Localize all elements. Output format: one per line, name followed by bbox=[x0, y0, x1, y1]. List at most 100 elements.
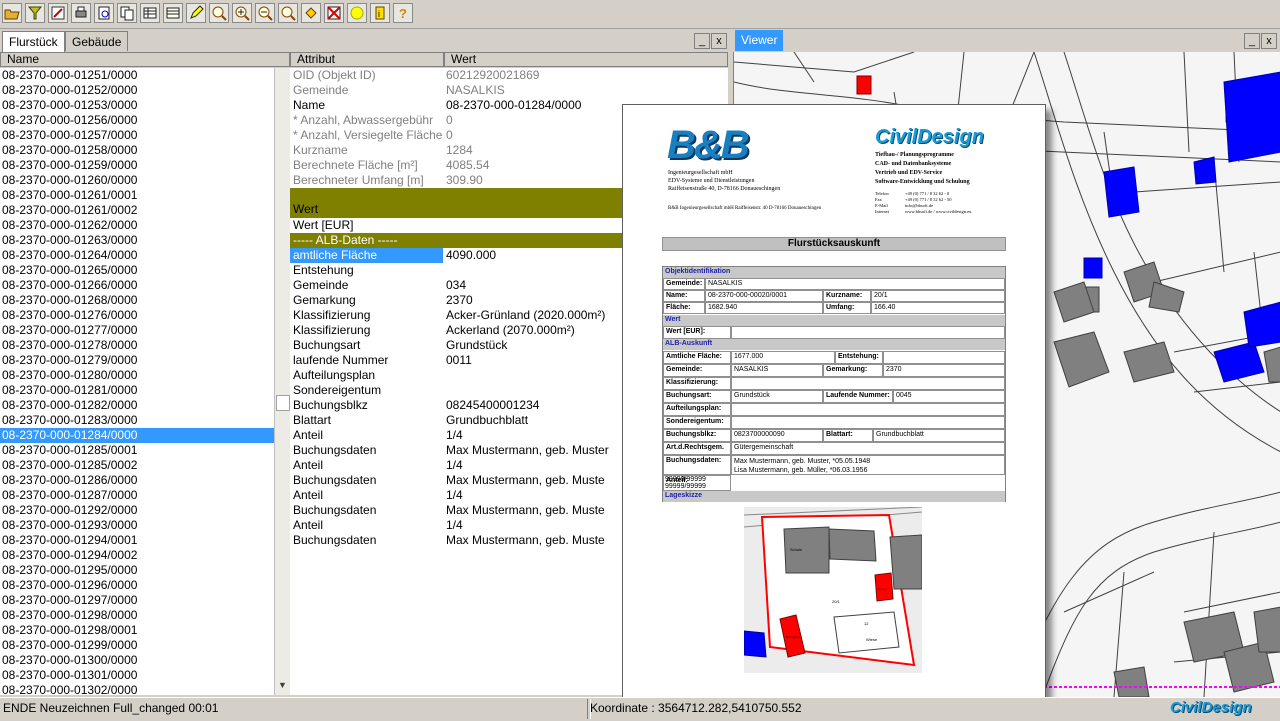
parcel-list-item[interactable]: 08-2370-000-01283/0000 bbox=[0, 413, 274, 428]
info-button[interactable]: i bbox=[370, 3, 390, 23]
attribute-value[interactable]: 4085.54 bbox=[446, 158, 489, 173]
column-header-attribute[interactable]: Attribut bbox=[290, 52, 444, 67]
attribute-value[interactable]: Grundbuchblatt bbox=[446, 413, 528, 428]
parcel-list-item[interactable]: 08-2370-000-01293/0000 bbox=[0, 518, 274, 533]
attribute-value[interactable]: 1/4 bbox=[446, 428, 463, 443]
parcel-list-item[interactable]: 08-2370-000-01295/0000 bbox=[0, 563, 274, 578]
parcel-list-item[interactable]: 08-2370-000-01284/0000 bbox=[0, 428, 274, 443]
help-button[interactable]: ? bbox=[393, 3, 413, 23]
zoom-out-button[interactable] bbox=[255, 3, 275, 23]
attribute-value[interactable]: Max Mustermann, geb. Muste bbox=[446, 473, 605, 488]
parcel-list-item[interactable]: 08-2370-000-01287/0000 bbox=[0, 488, 274, 503]
parcel-list-item[interactable]: 08-2370-000-01298/0000 bbox=[0, 608, 274, 623]
parcel-list-item[interactable]: 08-2370-000-01281/0000 bbox=[0, 383, 274, 398]
attribute-value[interactable]: 1/4 bbox=[446, 488, 463, 503]
parcel-list-item[interactable]: 08-2370-000-01296/0000 bbox=[0, 578, 274, 593]
zoom-in-button[interactable] bbox=[232, 3, 252, 23]
attribute-value[interactable]: 4090.000 bbox=[446, 248, 496, 263]
parcel-list-item[interactable]: 08-2370-000-01251/0000 bbox=[0, 68, 274, 83]
zoom-previous-button[interactable] bbox=[278, 3, 298, 23]
attribute-value[interactable]: 08245400001234 bbox=[446, 398, 539, 413]
parcel-list-item[interactable]: 08-2370-000-01297/0000 bbox=[0, 593, 274, 608]
parcel-list-item[interactable]: 08-2370-000-01279/0000 bbox=[0, 353, 274, 368]
column-header-value[interactable]: Wert bbox=[444, 52, 728, 67]
parcel-list-item[interactable]: 08-2370-000-01266/0000 bbox=[0, 278, 274, 293]
attribute-value[interactable]: 08-2370-000-01284/0000 bbox=[446, 98, 581, 113]
attribute-value[interactable]: 309.90 bbox=[446, 173, 483, 188]
viewer-close-button[interactable]: x bbox=[1261, 33, 1277, 49]
parcel-list-item[interactable]: 08-2370-000-01278/0000 bbox=[0, 338, 274, 353]
parcel-list-scrollbar[interactable]: ▼ bbox=[274, 68, 290, 695]
parcel-list-item[interactable]: 08-2370-000-01286/0000 bbox=[0, 473, 274, 488]
printer-button[interactable] bbox=[71, 3, 91, 23]
parcel-list-item[interactable]: 08-2370-000-01299/0000 bbox=[0, 638, 274, 653]
parcel-list-item[interactable]: 08-2370-000-01285/0001 bbox=[0, 443, 274, 458]
parcel-list-item[interactable]: 08-2370-000-01265/0000 bbox=[0, 263, 274, 278]
parcel-list-item[interactable]: 08-2370-000-01285/0002 bbox=[0, 458, 274, 473]
attribute-value[interactable]: 60212920021869 bbox=[446, 68, 539, 83]
tab-flurstueck[interactable]: Flurstück bbox=[2, 31, 65, 52]
parcel-list-item[interactable]: 08-2370-000-01298/0001 bbox=[0, 623, 274, 638]
parcel-list-item[interactable]: 08-2370-000-01294/0002 bbox=[0, 548, 274, 563]
parcel-list-item[interactable]: 08-2370-000-01294/0001 bbox=[0, 533, 274, 548]
attribute-value[interactable]: 034 bbox=[446, 278, 466, 293]
parcel-list-item[interactable]: 08-2370-000-01257/0000 bbox=[0, 128, 274, 143]
attribute-value[interactable]: Max Mustermann, geb. Muste bbox=[446, 503, 605, 518]
open-folder-button[interactable] bbox=[2, 3, 22, 23]
parcel-list-item[interactable]: 08-2370-000-01261/0001 bbox=[0, 188, 274, 203]
parcel-list-item[interactable]: 08-2370-000-01300/0000 bbox=[0, 653, 274, 668]
parcel-list-item[interactable]: 08-2370-000-01282/0000 bbox=[0, 398, 274, 413]
highlight-button[interactable] bbox=[347, 3, 367, 23]
attribute-value[interactable]: Grundstück bbox=[446, 338, 507, 353]
attribute-row[interactable]: OID (Objekt ID) 60212920021869 bbox=[290, 68, 728, 83]
parcel-list-item[interactable]: 08-2370-000-01302/0000 bbox=[0, 683, 274, 695]
attribute-value[interactable]: 1284 bbox=[446, 143, 473, 158]
parcel-list-item[interactable]: 08-2370-000-01301/0000 bbox=[0, 668, 274, 683]
scrollbar-thumb[interactable] bbox=[276, 395, 290, 411]
attribute-row[interactable]: Gemeinde NASALKIS bbox=[290, 83, 728, 98]
left-panel-minimize-button[interactable]: _ bbox=[694, 33, 710, 49]
viewer-minimize-button[interactable]: _ bbox=[1244, 33, 1260, 49]
parcel-list-item[interactable]: 08-2370-000-01252/0000 bbox=[0, 83, 274, 98]
copy-button[interactable] bbox=[117, 3, 137, 23]
delete-selection-button[interactable] bbox=[324, 3, 344, 23]
left-panel-close-button[interactable]: x bbox=[711, 33, 727, 49]
attribute-value[interactable]: NASALKIS bbox=[446, 83, 505, 98]
map-edit-button[interactable] bbox=[48, 3, 68, 23]
attribute-value[interactable]: 0 bbox=[446, 128, 453, 143]
parcel-list-item[interactable]: 08-2370-000-01253/0000 bbox=[0, 98, 274, 113]
parcel-list-item[interactable]: 08-2370-000-01264/0000 bbox=[0, 248, 274, 263]
attribute-value[interactable]: 1/4 bbox=[446, 458, 463, 473]
parcel-list-item[interactable]: 08-2370-000-01261/0002 bbox=[0, 203, 274, 218]
attribute-value[interactable]: 1/4 bbox=[446, 518, 463, 533]
zoom-window-button[interactable] bbox=[209, 3, 229, 23]
parcel-list-item[interactable]: 08-2370-000-01268/0000 bbox=[0, 293, 274, 308]
attribute-value[interactable]: Ackerland (2070.000m²) bbox=[446, 323, 575, 338]
parcel-list-item[interactable]: 08-2370-000-01260/0000 bbox=[0, 173, 274, 188]
parcel-list-item[interactable]: 08-2370-000-01262/0000 bbox=[0, 218, 274, 233]
attribute-value[interactable]: 0011 bbox=[446, 353, 472, 368]
parcel-list-item[interactable]: 08-2370-000-01276/0000 bbox=[0, 308, 274, 323]
tab-viewer[interactable]: Viewer bbox=[735, 30, 784, 51]
attribute-value[interactable]: 0 bbox=[446, 113, 453, 128]
scroll-down-arrow-icon[interactable]: ▼ bbox=[278, 680, 287, 690]
print-preview-button[interactable] bbox=[94, 3, 114, 23]
table-button[interactable] bbox=[140, 3, 160, 23]
parcel-list-item[interactable]: 08-2370-000-01280/0000 bbox=[0, 368, 274, 383]
parcel-list-item[interactable]: 08-2370-000-01292/0000 bbox=[0, 503, 274, 518]
filter-button[interactable] bbox=[25, 3, 45, 23]
parcel-list-item[interactable]: 08-2370-000-01258/0000 bbox=[0, 143, 274, 158]
parcel-list-item[interactable]: 08-2370-000-01256/0000 bbox=[0, 113, 274, 128]
parcel-list-item[interactable]: 08-2370-000-01259/0000 bbox=[0, 158, 274, 173]
column-header-name[interactable]: Name bbox=[0, 52, 290, 67]
tab-gebaeude[interactable]: Gebäude bbox=[65, 31, 129, 51]
attribute-value[interactable]: 2370 bbox=[446, 293, 473, 308]
attribute-value[interactable]: Max Mustermann, geb. Muster bbox=[446, 443, 609, 458]
table-edit-button[interactable] bbox=[163, 3, 183, 23]
parcel-list-item[interactable]: 08-2370-000-01277/0000 bbox=[0, 323, 274, 338]
attribute-value[interactable]: Max Mustermann, geb. Muste bbox=[446, 533, 605, 548]
pan-button[interactable] bbox=[301, 3, 321, 23]
parcel-list-item[interactable]: 08-2370-000-01263/0000 bbox=[0, 233, 274, 248]
pen-edit-button[interactable] bbox=[186, 3, 206, 23]
attribute-value[interactable]: Acker-Grünland (2020.000m²) bbox=[446, 308, 605, 323]
